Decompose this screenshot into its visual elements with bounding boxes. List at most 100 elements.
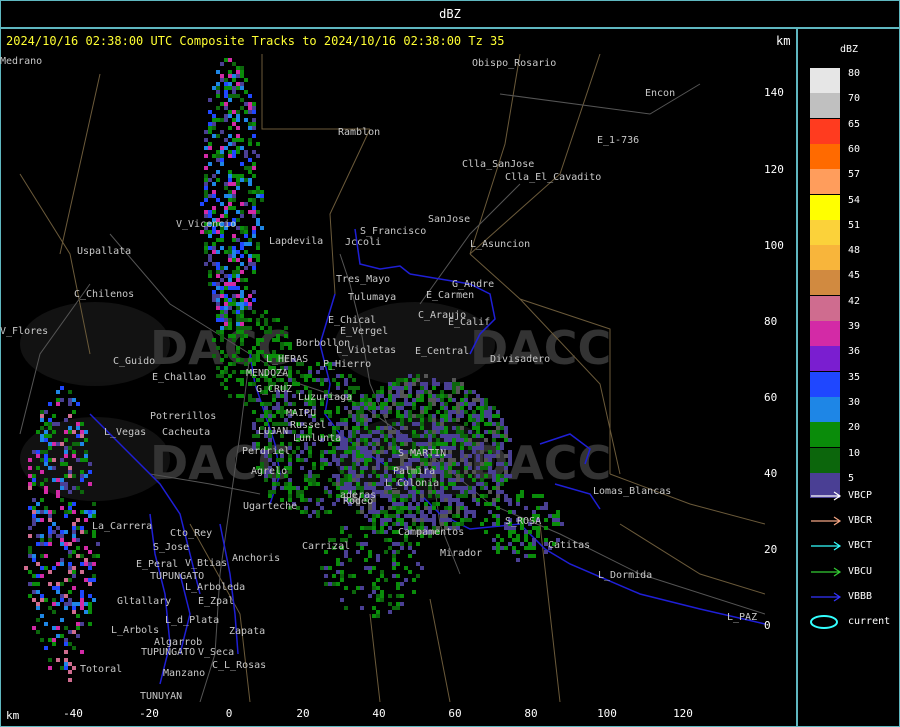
- y-tick: 140: [764, 86, 784, 99]
- x-tick: -20: [139, 707, 159, 720]
- place-label: Ugarteche: [243, 501, 297, 512]
- track-arrow-icon: [811, 567, 842, 577]
- legend-swatch: [810, 422, 840, 448]
- place-label: Tulumaya: [348, 292, 396, 303]
- track-arrow-icon: [811, 491, 842, 501]
- place-label: S_MARTIN: [398, 448, 446, 459]
- place-label: L_Arbols: [111, 625, 159, 636]
- legend-value: 10: [848, 447, 861, 459]
- place-label: S_ROSA: [505, 516, 541, 527]
- place-label: E_Challao: [152, 372, 206, 383]
- place-label: Manzano: [163, 668, 205, 679]
- legend-swatch: [810, 321, 840, 346]
- place-label: C_Guido: [113, 356, 155, 367]
- place-label: E_1-736: [597, 135, 639, 146]
- place-label: E_Carmen: [426, 290, 474, 301]
- legend-value: 5: [848, 472, 855, 484]
- y-tick: 20: [764, 543, 778, 556]
- place-label: Mirador: [440, 548, 482, 559]
- place-label: L_PAZ: [727, 612, 757, 623]
- legend-value: 65: [848, 118, 861, 130]
- place-label: L_Violetas: [336, 345, 396, 356]
- units-label-bottom: km: [6, 709, 20, 722]
- place-label: Clla_SanJose: [462, 159, 534, 170]
- place-label: TUPUNGATO: [141, 647, 195, 658]
- y-tick: 120: [764, 163, 784, 176]
- legend-value: 51: [848, 219, 861, 231]
- window-title: dBZ: [439, 7, 461, 21]
- track-arrow-icon: [811, 592, 842, 602]
- track-label: VBBB: [848, 590, 873, 602]
- legend-swatch: [810, 93, 840, 119]
- x-tick: 40: [372, 707, 386, 720]
- x-tick: 60: [448, 707, 462, 720]
- place-label: Lunlunta: [293, 433, 341, 444]
- legend-swatch: [810, 295, 840, 321]
- y-tick: 100: [764, 239, 784, 252]
- place-label: Palmira: [393, 466, 435, 477]
- place-label: Luzuriaga: [298, 392, 352, 403]
- place-label: LUJAN: [258, 426, 288, 437]
- place-label: Lomas_Blancas: [593, 486, 671, 497]
- place-label: C_Chilenos: [74, 289, 134, 300]
- radar-map[interactable]: DACC DACC DACC DACC Obispo_RosarioEnconE…: [0, 54, 765, 702]
- place-label: TUPUNGATO: [150, 571, 204, 582]
- place-label: L_HERAS: [266, 354, 308, 365]
- legend-value: 57: [848, 169, 861, 181]
- track-arrow-icon: [811, 541, 842, 551]
- window-title-bar: dBZ: [0, 0, 900, 28]
- legend-title: dBZ: [840, 44, 859, 55]
- place-label: S_Francisco: [360, 226, 426, 237]
- place-label: V_Flores: [0, 326, 48, 337]
- place-label: E_Zpal: [198, 596, 234, 607]
- place-label: V_Btias: [185, 558, 227, 569]
- legend-value: 48: [848, 245, 861, 257]
- place-label: Obispo_Rosario: [472, 58, 556, 69]
- place-label: E_Calif: [448, 317, 490, 328]
- legend-value: 45: [848, 270, 861, 282]
- place-label: L_Arboleda: [185, 582, 245, 593]
- legend-value: 35: [848, 371, 861, 383]
- place-label: Clla_El_Cavadito: [505, 172, 601, 183]
- y-tick: 40: [764, 467, 778, 480]
- place-label: Campamentos: [398, 527, 464, 538]
- place-label: S_Jose: [153, 542, 189, 553]
- place-label: Uspallata: [77, 246, 131, 257]
- place-label: Lapdevila: [269, 236, 323, 247]
- x-tick: 0: [225, 707, 233, 720]
- track-label: VBCT: [848, 540, 873, 552]
- place-label: L_Vegas: [104, 427, 146, 438]
- legend-value: 30: [848, 396, 861, 408]
- place-label: E_Central: [415, 346, 469, 357]
- legend-swatch: [810, 270, 840, 296]
- x-tick: 20: [296, 707, 310, 720]
- place-label: Russel: [290, 420, 326, 431]
- place-label: Potrerillos: [150, 411, 216, 422]
- place-label: TUNUYAN: [140, 691, 182, 702]
- track-label: current: [848, 616, 891, 627]
- place-label: Zapata: [229, 626, 265, 637]
- place-label: Cacheuta: [162, 427, 210, 438]
- place-label: L_d_Plata: [165, 615, 219, 626]
- place-label: E_Peral: [136, 559, 178, 570]
- y-tick: 0: [764, 619, 771, 632]
- place-label: G_CRUZ: [256, 384, 292, 395]
- place-label: L_Asuncion: [470, 239, 530, 250]
- place-label: Catitas: [548, 540, 590, 551]
- watermark-logo: DACC: [470, 321, 611, 375]
- place-label: G_Andre: [452, 279, 494, 290]
- legend-value: 39: [848, 321, 861, 332]
- legend-swatch: [810, 143, 840, 169]
- legend-swatch: [810, 219, 840, 245]
- place-label: Anchoris: [232, 553, 280, 564]
- place-label: Totoral: [80, 664, 122, 675]
- legend-value: 36: [848, 346, 861, 358]
- place-label: Jccoli: [345, 237, 381, 248]
- place-label: MAIPU: [286, 408, 316, 419]
- x-tick: -40: [63, 707, 83, 720]
- track-label: VBCP: [848, 490, 873, 501]
- x-tick: 100: [597, 707, 617, 720]
- place-label: Agrelo: [251, 466, 287, 477]
- legend-swatch: [810, 396, 840, 422]
- legend-swatch: [810, 371, 840, 397]
